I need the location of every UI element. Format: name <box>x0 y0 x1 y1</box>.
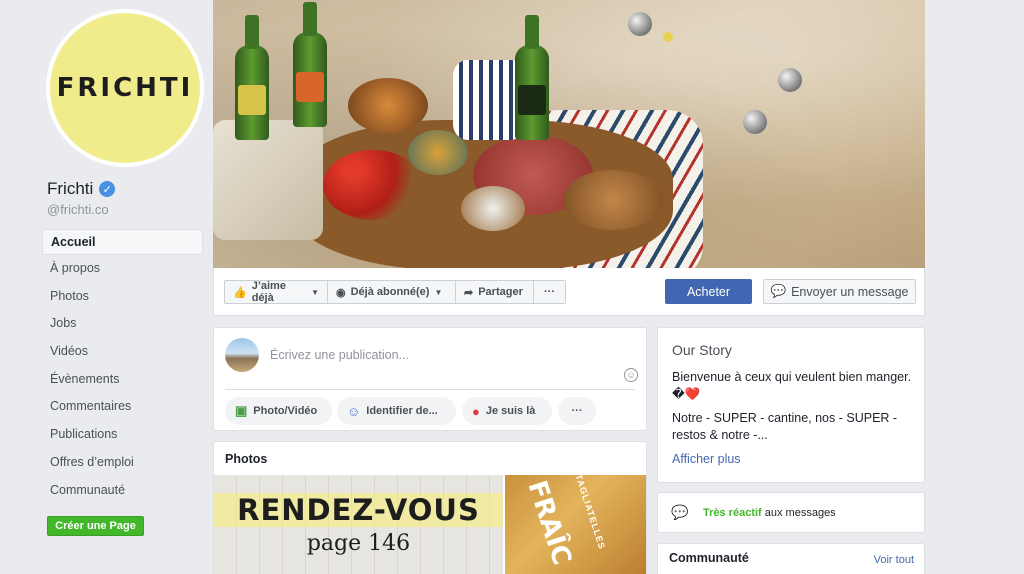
user-avatar <box>225 338 259 372</box>
story-text-2: Notre - SUPER - cantine, nos - SUPER - r… <box>672 411 898 442</box>
thumbs-up-icon: 👍 <box>233 286 247 299</box>
photo-thumbnail-1[interactable]: RENDEZ-VOUS page 146 <box>214 475 503 574</box>
send-message-label: Envoyer un message <box>791 284 909 299</box>
cover-dip <box>461 186 525 231</box>
check-in-label: Je suis là <box>485 405 536 417</box>
story-text-1: Bienvenue à ceux qui veulent bien manger… <box>672 370 912 401</box>
our-story-card[interactable]: Our Story Bienvenue à ceux qui veulent b… <box>657 327 925 483</box>
photo-video-button[interactable]: ▣ Photo/Vidéo <box>225 397 332 425</box>
chevron-down-icon: ▼ <box>434 287 443 297</box>
create-page-button[interactable]: Créer une Page <box>47 516 144 536</box>
nav-item-commentaires[interactable]: Commentaires <box>42 394 203 422</box>
photo-1-subline: page 146 <box>306 531 411 556</box>
cover-bread <box>563 170 663 230</box>
share-arrow-icon: ➦ <box>464 286 474 299</box>
share-button[interactable]: ➦ Partager <box>456 280 534 304</box>
nav-item-jobs[interactable]: Jobs <box>42 311 203 339</box>
show-more-link[interactable]: Afficher plus <box>672 452 741 466</box>
check-in-button[interactable]: ● Je suis là <box>462 397 552 425</box>
nav-item-videos[interactable]: Vidéos <box>42 339 203 367</box>
cover-bottle-2 <box>293 2 327 127</box>
responsiveness-text: Très réactif aux messages <box>703 507 836 519</box>
photo-2-title: FRAÎC <box>521 477 577 569</box>
follow-label: Déjà abonné(e) <box>350 286 430 298</box>
tag-people-label: Identifier de... <box>366 405 438 417</box>
buy-button[interactable]: Acheter <box>665 279 752 304</box>
nav-item-a-propos[interactable]: À propos <box>42 256 203 284</box>
messenger-icon: 💬 <box>671 504 689 520</box>
tag-person-icon: ☺ <box>347 403 361 419</box>
community-title: Communauté <box>669 551 749 565</box>
composer-input[interactable]: Écrivez une publication... <box>270 348 409 362</box>
photo-icon: ▣ <box>235 403 248 418</box>
page-nav: Accueil À propos Photos Jobs Vidéos Évèn… <box>42 229 203 505</box>
divider <box>225 389 635 390</box>
responsiveness-highlight: Très réactif <box>703 507 762 519</box>
cover-petanque-ball-1 <box>628 12 652 36</box>
cover-cochonnet <box>663 32 673 42</box>
more-options-button[interactable]: ··· <box>534 280 566 304</box>
tag-people-button[interactable]: ☺ Identifier de... <box>337 397 456 425</box>
cover-photo[interactable] <box>213 0 925 268</box>
see-all-link[interactable]: Voir tout <box>874 554 914 566</box>
composer-more-button[interactable]: ··· <box>558 397 596 425</box>
photo-video-label: Photo/Vidéo <box>253 405 318 417</box>
page-avatar[interactable]: FRICHTI <box>46 9 204 167</box>
like-button[interactable]: 👍 J’aime déjà ▼ <box>224 280 328 304</box>
responsiveness-card: 💬 Très réactif aux messages <box>657 492 925 533</box>
nav-item-accueil[interactable]: Accueil <box>42 229 203 255</box>
cover-bottle-3 <box>515 15 549 140</box>
rss-icon: ◉ <box>336 286 346 299</box>
page-action-bar: 👍 J’aime déjà ▼ ◉ Déjà abonné(e) ▼ ➦ Par… <box>213 268 925 316</box>
verified-badge-icon: ✓ <box>99 181 116 197</box>
page-name[interactable]: Frichti <box>47 179 93 199</box>
cover-petanque-ball-3 <box>743 110 767 134</box>
send-message-button[interactable]: 💬 Envoyer un message <box>763 279 916 304</box>
chevron-down-icon: ▼ <box>311 287 319 297</box>
responsiveness-rest: aux messages <box>761 507 836 519</box>
left-sidebar: FRICHTI Frichti ✓ @frichti.co Accueil À … <box>0 0 212 574</box>
cover-petanque-ball-2 <box>778 68 802 92</box>
logo-text: FRICHTI <box>56 73 194 103</box>
nav-item-evenements[interactable]: Évènements <box>42 367 203 395</box>
like-label: J’aime déjà <box>251 280 286 304</box>
cover-tomatoes <box>323 150 423 220</box>
page-title[interactable]: Frichti ✓ <box>47 179 116 199</box>
logo: FRICHTI <box>50 13 200 163</box>
location-pin-icon: ● <box>472 403 480 419</box>
emoji-icon[interactable]: ☺ <box>624 368 638 382</box>
cover-bottle-1 <box>235 15 269 140</box>
share-label: Partager <box>478 286 523 298</box>
page-handle[interactable]: @frichti.co <box>47 202 109 217</box>
photos-card: Photos RENDEZ-VOUS page 146 TAGLIATELLES… <box>213 441 647 574</box>
nav-item-photos[interactable]: Photos <box>42 284 203 312</box>
photo-1-headline: RENDEZ-VOUS <box>237 493 480 527</box>
follow-button[interactable]: ◉ Déjà abonné(e) ▼ <box>328 280 456 304</box>
nav-item-publications[interactable]: Publications <box>42 422 203 450</box>
more-dots-icon: ··· <box>571 405 583 417</box>
nav-item-offres-emploi[interactable]: Offres d’emploi <box>42 450 203 478</box>
photo-thumbnail-2[interactable]: TAGLIATELLES FRAÎC <box>505 475 646 574</box>
more-dots-icon: ··· <box>544 286 555 298</box>
story-title: Our Story <box>672 342 732 358</box>
community-card: Communauté Voir tout <box>657 543 925 574</box>
post-composer: Écrivez une publication... ☺ ▣ Photo/Vid… <box>213 327 647 431</box>
cover-bowl-1 <box>348 78 428 133</box>
photo-2-subtitle: TAGLIATELLES <box>573 475 608 551</box>
messenger-icon: 💬 <box>770 284 787 298</box>
nav-item-communaute[interactable]: Communauté <box>42 478 203 506</box>
photos-title[interactable]: Photos <box>225 452 267 466</box>
